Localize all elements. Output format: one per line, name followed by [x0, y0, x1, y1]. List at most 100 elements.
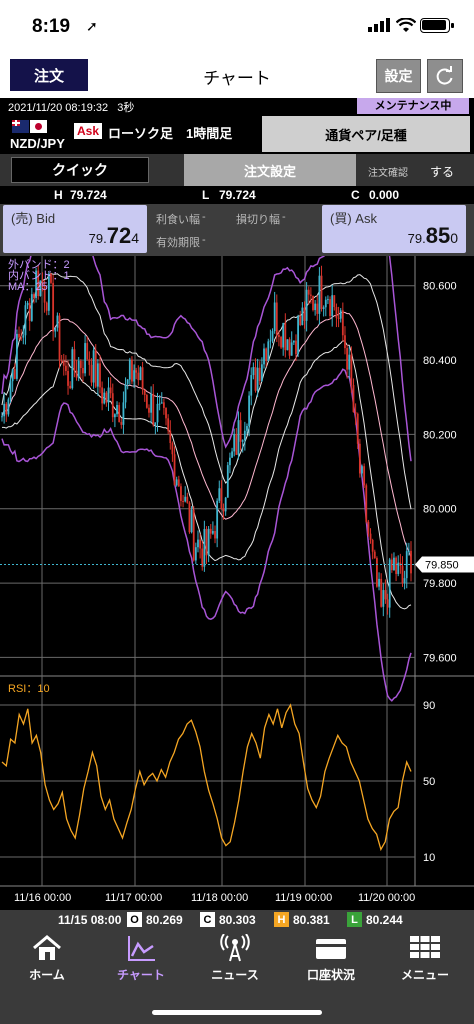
candle-body — [173, 454, 176, 486]
candle-body — [9, 381, 12, 400]
time-tick-label: 11/19 00:00 — [275, 892, 332, 904]
candle-body — [369, 533, 372, 540]
candle-body — [229, 457, 231, 466]
close-key: C — [200, 912, 215, 927]
ask-button[interactable]: (買) Ask 79.850 — [322, 205, 466, 253]
high-ohlc-value: 80.381 — [293, 913, 330, 927]
candle-body — [65, 365, 67, 371]
candle-body — [258, 367, 261, 381]
candle-body — [252, 367, 255, 376]
tab-account-label: 口座状況 — [306, 968, 355, 982]
settings-button[interactable]: 設定 — [376, 59, 421, 93]
tab-home[interactable]: ホーム — [0, 934, 94, 988]
candle-body — [265, 348, 268, 361]
candle-body — [410, 550, 412, 574]
candle-body — [373, 551, 376, 559]
tab-chart-label: チャート — [117, 968, 165, 982]
candle-body — [286, 339, 289, 351]
candle-body — [152, 393, 155, 425]
candle-body — [109, 387, 112, 394]
candle-body — [22, 335, 25, 338]
candle-body — [378, 578, 380, 587]
time-tick-label: 11/20 00:00 — [358, 892, 415, 904]
candle-body — [73, 349, 76, 371]
candle-body — [382, 590, 385, 607]
candle-body — [358, 443, 361, 474]
bid-button[interactable]: (売) Bid 79.724 — [3, 205, 147, 253]
candle-body — [133, 370, 135, 382]
candle-body — [107, 387, 110, 403]
candle-body — [96, 363, 99, 387]
timeframe[interactable]: 1時間足 — [186, 123, 232, 142]
tab-chart[interactable]: チャート — [94, 934, 188, 988]
candle-body — [3, 403, 6, 417]
candle-body — [67, 370, 69, 386]
candle-body — [275, 302, 278, 335]
candle-body — [79, 360, 82, 369]
candle-body — [226, 465, 229, 498]
ohlc-datetime: 11/15 08:00 — [58, 913, 122, 927]
refresh-button[interactable] — [427, 59, 463, 93]
order-settings-button[interactable]: 注文設定 — [184, 154, 356, 186]
bid-price: 79.724 — [88, 223, 139, 248]
candle-body — [197, 539, 199, 548]
candle-body — [77, 360, 80, 378]
candle-body — [141, 367, 144, 390]
quick-order-button[interactable]: クイック — [11, 157, 149, 183]
nzd-jpy-flag-icon — [12, 120, 48, 134]
candle-body — [58, 315, 61, 361]
antenna-icon — [220, 934, 250, 962]
update-datetime: 2021/11/20 08:19:32 3秒 — [8, 102, 135, 114]
wallet-icon — [316, 939, 346, 959]
take-profit-value: - — [202, 211, 206, 223]
candle-body — [380, 578, 383, 607]
candle-body — [103, 392, 106, 404]
chart-icon — [128, 936, 155, 961]
candle-body — [18, 333, 20, 338]
candle-body — [333, 295, 336, 308]
candle-body — [239, 420, 242, 442]
wifi-icon — [396, 18, 416, 32]
candle-body — [246, 426, 248, 431]
candle-body — [101, 387, 104, 404]
order-confirm-toggle[interactable]: する — [430, 163, 454, 180]
open-key: O — [127, 912, 142, 927]
time-tick-label: 11/16 00:00 — [14, 892, 71, 904]
candle-body — [393, 557, 395, 571]
price-chart[interactable]: 80.60080.40080.20080.00079.80079.600外バンド… — [0, 256, 474, 910]
chart-type[interactable]: ローソク足 — [108, 123, 173, 142]
expiry-value: - — [202, 234, 206, 246]
price-tick-label: 80.200 — [423, 429, 457, 441]
inner-band-upper — [1, 272, 412, 510]
close-ohlc-value: 80.303 — [219, 913, 256, 927]
candle-body — [99, 363, 101, 388]
indicator-legend: 内バンド：1 — [8, 268, 70, 282]
close-label: C — [351, 188, 360, 202]
chart-area[interactable]: 80.600 80.400 80.200 80.000 79.800 79.600 外バンド… — [0, 256, 474, 910]
candle-body — [241, 440, 244, 442]
candle-body — [403, 578, 406, 583]
pair-timeframe-button[interactable]: 通貨ペア/足種 — [262, 116, 470, 152]
tab-menu[interactable]: メニュー — [378, 934, 472, 988]
candle-body — [256, 367, 259, 391]
candle-body — [224, 497, 227, 512]
candle-body — [167, 418, 170, 431]
price-tick-label: 79.800 — [423, 578, 457, 590]
candle-body — [171, 443, 174, 455]
high-label: H — [54, 188, 63, 202]
candle-body — [26, 302, 29, 306]
candle-body — [52, 282, 55, 332]
candle-body — [156, 403, 159, 423]
candle-body — [290, 342, 293, 356]
tab-news[interactable]: ニュース — [188, 934, 282, 988]
candle-body — [177, 479, 180, 487]
candle-body — [350, 354, 353, 386]
candle-body — [160, 402, 163, 404]
tab-account[interactable]: 口座状況 — [284, 934, 378, 988]
candle-body — [192, 509, 195, 561]
ask-tag[interactable]: Ask — [74, 123, 103, 139]
candle-body — [356, 413, 359, 444]
home-icon — [33, 935, 61, 960]
candle-body — [337, 317, 340, 319]
close-value: 0.000 — [369, 188, 400, 202]
